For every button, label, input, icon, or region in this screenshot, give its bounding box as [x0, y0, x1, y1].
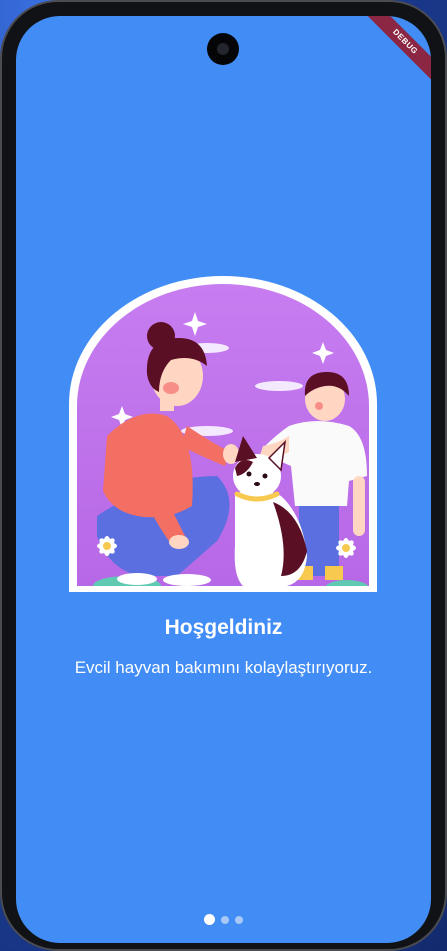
woman-child-dog-illustration [69, 276, 377, 592]
onboarding-title: Hoşgeldiniz [164, 616, 283, 639]
debug-banner: DEBUG [356, 16, 431, 91]
front-camera [207, 33, 239, 65]
page-dot-2[interactable] [221, 915, 229, 924]
phone-frame: DEBUG Hoşgeldiniz Evcil hayvan bakımını … [0, 0, 447, 951]
onboarding-subtitle: Evcil hayvan bakımını kolaylaştırıyoruz. [74, 658, 373, 677]
app-screen[interactable]: DEBUG Hoşgeldiniz Evcil hayvan bakımını … [16, 16, 431, 943]
page-dot-3[interactable] [235, 915, 243, 924]
page-indicator [16, 914, 431, 925]
page-dot-1[interactable] [204, 914, 215, 925]
